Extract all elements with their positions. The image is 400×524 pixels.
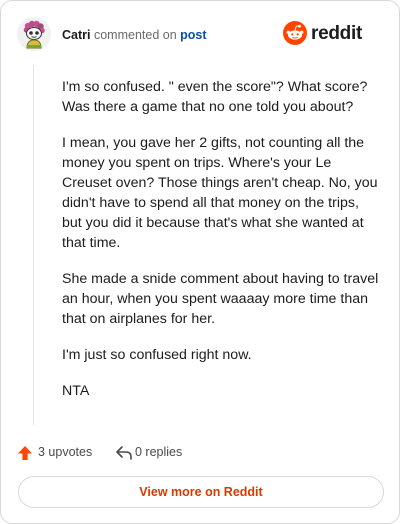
user-avatar[interactable] (17, 17, 51, 51)
author-name[interactable]: Catri (62, 28, 90, 42)
comment-paragraph: I'm just so confused right now. (62, 347, 252, 363)
reply-count: 0 replies (135, 445, 183, 459)
comment-body: I'm so confused. " even the score"? What… (62, 77, 380, 417)
comment-header: Catri commented on post reddit (17, 17, 383, 53)
comment-paragraph: She made a snide comment about having to… (62, 271, 379, 327)
comment-paragraph: NTA (62, 383, 90, 399)
reply-arrow-icon (116, 446, 132, 460)
reddit-logo[interactable]: reddit (283, 21, 383, 47)
avatar-image (17, 17, 51, 51)
reddit-wordmark: reddit (311, 23, 362, 44)
thread-line (33, 65, 34, 425)
reddit-snoo-icon (283, 21, 307, 45)
comment-embed-card: Catri commented on post reddit I'm so co… (0, 0, 400, 524)
comment-paragraph: I mean, you gave her 2 gifts, not counti… (62, 135, 378, 251)
comment-byline: Catri commented on post (62, 27, 207, 43)
byline-action-text: commented on (93, 28, 177, 42)
upvote-arrow-icon (18, 446, 32, 460)
upvote-count: 3 upvotes (38, 445, 93, 459)
post-link[interactable]: post (180, 28, 206, 42)
view-more-button[interactable]: View more on Reddit (18, 476, 384, 508)
comment-paragraph: I'm so confused. " even the score"? What… (62, 79, 368, 115)
